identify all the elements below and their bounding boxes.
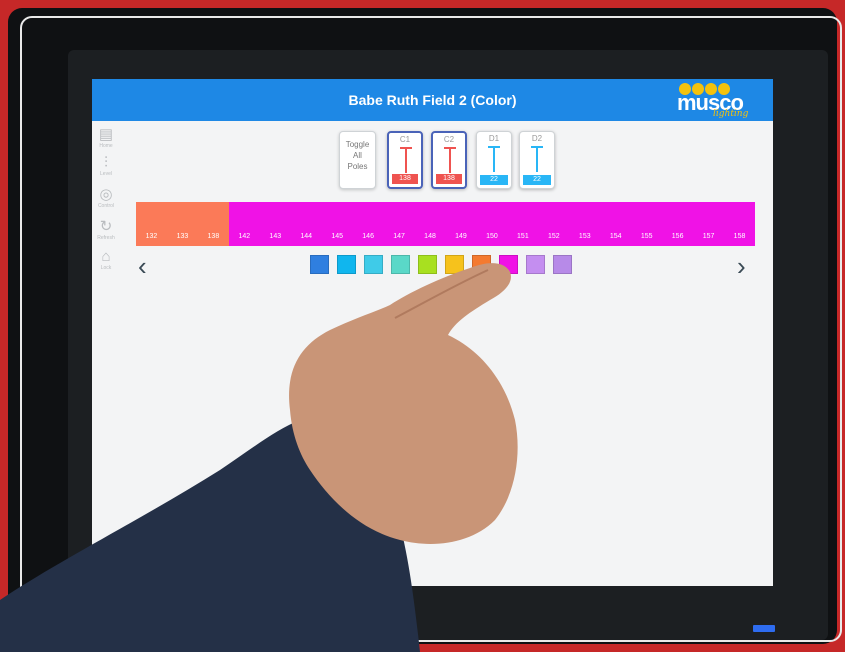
sliders-icon: ⫶ bbox=[104, 154, 108, 171]
sidebar-item-label: Control bbox=[97, 203, 115, 209]
strip-label: 147 bbox=[393, 233, 405, 240]
pole-button-c2[interactable]: C2 138 bbox=[431, 131, 467, 189]
strip-label: 158 bbox=[733, 233, 746, 240]
toggle-label-3: Poles bbox=[347, 162, 368, 171]
pole-stem bbox=[405, 147, 407, 173]
sidebar-item-label: Level bbox=[100, 171, 112, 177]
toggle-all-poles-button[interactable]: Toggle All Poles bbox=[339, 131, 376, 189]
strip-label: 154 bbox=[609, 233, 622, 240]
musco-logo: musco lighting bbox=[675, 81, 763, 119]
strip-label: 138 bbox=[207, 233, 220, 240]
logo-sub: lighting bbox=[713, 109, 749, 119]
color-swatch-blue[interactable] bbox=[310, 255, 329, 274]
color-strip[interactable]: 132 133 138 142 143 144 145 146 147 148 149 150 151 1… bbox=[136, 202, 755, 246]
strip-label: 153 bbox=[578, 233, 591, 240]
strip-label: 157 bbox=[702, 233, 715, 240]
pole-name: D2 bbox=[531, 134, 543, 143]
pole-value: 138 bbox=[436, 174, 462, 184]
window-title: Babe Ruth Field 2 (Color) bbox=[348, 92, 517, 108]
pole-stem bbox=[493, 146, 495, 172]
toggle-label-2: All bbox=[353, 151, 362, 160]
color-swatch-magenta[interactable] bbox=[499, 255, 518, 274]
pole-stem bbox=[449, 147, 451, 173]
pole-button-d2[interactable]: D2 22 bbox=[519, 131, 555, 189]
strip-label: 155 bbox=[640, 233, 653, 240]
title-bar: Babe Ruth Field 2 (Color) musco lighting bbox=[92, 79, 773, 121]
strip-label: 152 bbox=[547, 233, 560, 240]
color-swatch-lime[interactable] bbox=[418, 255, 437, 274]
pole-button-c1[interactable]: C1 138 bbox=[387, 131, 423, 189]
pole-value: 22 bbox=[480, 175, 508, 185]
strip-label: 150 bbox=[486, 233, 498, 240]
strip-label: 133 bbox=[176, 233, 189, 240]
sidebar-item-label: Lock bbox=[100, 265, 112, 271]
pole-button-d1[interactable]: D1 22 bbox=[476, 131, 512, 189]
sidebar-item-level[interactable]: ⫶ Level bbox=[94, 154, 118, 178]
strip-label: 148 bbox=[424, 233, 436, 240]
sidebar-item-refresh[interactable]: ↻ Refresh bbox=[94, 218, 118, 242]
color-swatch-sky[interactable] bbox=[364, 255, 383, 274]
color-swatch-lavender[interactable] bbox=[553, 255, 572, 274]
pole-value: 138 bbox=[392, 174, 418, 184]
strip-label: 144 bbox=[300, 233, 313, 240]
pattern-icon: ◎ bbox=[99, 186, 113, 203]
strip-label: 149 bbox=[455, 233, 467, 240]
prev-arrow-icon[interactable]: ‹ bbox=[138, 253, 147, 279]
color-swatch-orange[interactable] bbox=[472, 255, 491, 274]
color-swatch-yellow[interactable] bbox=[445, 255, 464, 274]
strip-label: 146 bbox=[362, 233, 374, 240]
color-swatch-cyan[interactable] bbox=[337, 255, 356, 274]
sidebar-item-home[interactable]: ▤ Home bbox=[94, 126, 118, 150]
lock-icon: ⌂ bbox=[101, 248, 111, 265]
sidebar-item-label: Home bbox=[99, 143, 113, 149]
pole-name: D1 bbox=[488, 134, 500, 143]
pole-name: C1 bbox=[399, 135, 411, 144]
pole-name: C2 bbox=[443, 135, 455, 144]
next-arrow-icon[interactable]: › bbox=[737, 253, 746, 279]
pole-stem bbox=[536, 146, 538, 172]
color-swatch-aqua[interactable] bbox=[391, 255, 410, 274]
strip-label: 143 bbox=[269, 233, 282, 240]
sidebar-item-control[interactable]: ◎ Control bbox=[94, 186, 118, 210]
toggle-label-1: Toggle bbox=[345, 140, 370, 149]
strip-label: 142 bbox=[238, 233, 251, 240]
document-icon: ▤ bbox=[98, 126, 114, 143]
strip-label: 145 bbox=[331, 233, 344, 240]
refresh-icon: ↻ bbox=[99, 218, 113, 235]
strip-label: 151 bbox=[517, 233, 529, 240]
sidebar-item-label: Refresh bbox=[97, 235, 115, 241]
sidebar: ▤ Home ⫶ Level ◎ Control ↻ Refresh ⌂ Loc… bbox=[92, 121, 120, 586]
pole-value: 22 bbox=[523, 175, 551, 185]
touch-screen: Babe Ruth Field 2 (Color) musco lighting… bbox=[92, 79, 773, 586]
strip-label: 156 bbox=[671, 233, 684, 240]
status-led bbox=[753, 625, 775, 632]
color-swatch-violet[interactable] bbox=[526, 255, 545, 274]
sidebar-item-lock[interactable]: ⌂ Lock bbox=[94, 248, 118, 272]
strip-label: 132 bbox=[145, 233, 158, 240]
